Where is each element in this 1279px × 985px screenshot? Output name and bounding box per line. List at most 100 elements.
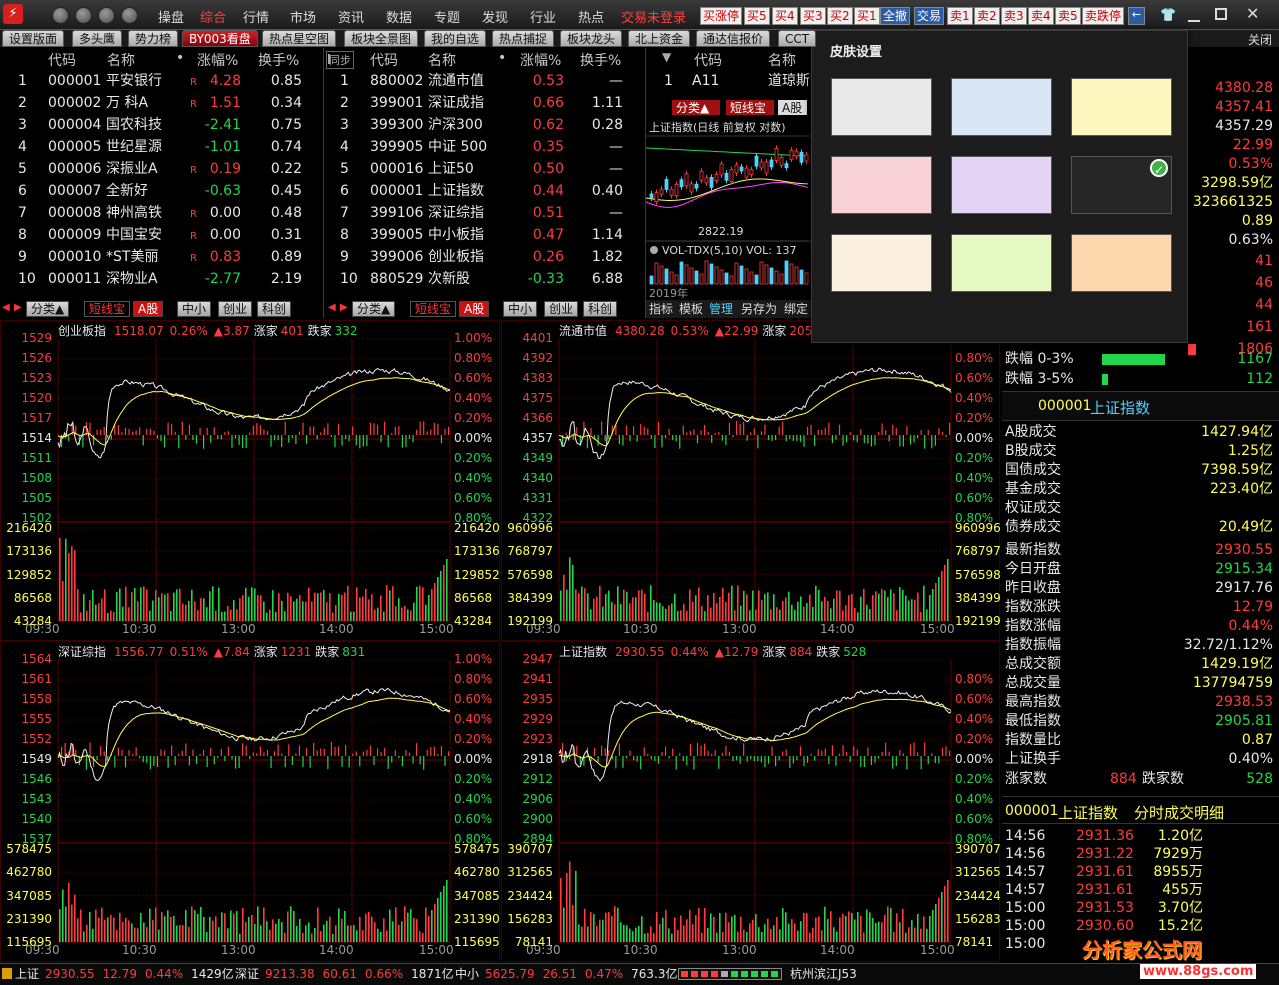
trade-button[interactable]: 卖5 [1055,7,1081,25]
mini-kline-panel[interactable]: 分类▲ 短线宝 A股 上证指数(日线 前复权 对数) 2822.19 VOL-TDX(5,… [645,98,811,318]
arrow-left-icon[interactable]: ← [1128,7,1145,25]
tab-item[interactable]: 板块龙头 [560,30,623,47]
intraday-chart-panel[interactable]: 深证综指 1556.77 0.51% ▲7.84 涨家 1231 跌家 831 1564 1561… [0,641,500,962]
column-header[interactable]: 名称 [768,50,796,70]
table-row[interactable]: 4 399905 中证 500 0.35— [324,136,644,158]
close-icon[interactable]: ✕ [1246,4,1259,23]
market-summary[interactable]: 中小 5625.79 26.51 0.47% 763.3亿 [455,964,677,984]
menu-icon[interactable] [121,7,138,24]
table-row[interactable]: 3 399300 沪深300 0.62 0.28 [324,114,644,136]
scroll-right-icon[interactable]: ▶ [14,302,22,313]
category-tab[interactable]: 短线宝 [410,301,457,317]
tab-item[interactable]: 设置版面 [2,30,65,47]
tab-item[interactable]: 热点捕捉 [492,30,555,47]
tab-item[interactable]: 我的自选 [424,30,487,47]
table-row[interactable]: 4 000005 世纪星源 -1.01 0.74 [0,136,323,158]
maximize-icon[interactable] [1215,8,1227,20]
trade-button[interactable]: 买1 [854,7,880,25]
table-row[interactable]: 6 000007 全新好 -0.63 0.45 [0,180,323,202]
trade-button[interactable]: 买涨停 [700,7,743,25]
scroll-right-icon[interactable]: ▶ [340,302,348,313]
kline-tool-button[interactable]: 管理 [709,301,733,316]
table-row[interactable]: 5 000016 上证50 0.50— [324,158,644,180]
table-row[interactable]: 2 399001 深证成指 0.66 1.11 [324,92,644,114]
category-tab[interactable]: 科创 [257,301,292,317]
collapse-icon[interactable] [650,246,658,254]
table-row[interactable]: 10 880529 次新股 -0.33 6.88 [324,268,644,290]
skin-swatch[interactable] [951,156,1052,214]
refresh-icon[interactable] [98,7,115,24]
app-logo-icon[interactable]: ⚡ [3,4,23,24]
category-tab[interactable]: 分类▲ [26,301,70,317]
kline-tool-button[interactable]: 另存为 [741,302,777,316]
table-row[interactable]: 1 000001 平安银行 R 4.28 0.85 [0,70,323,92]
category-tab[interactable]: A股 [133,301,164,317]
category-tab[interactable]: 创业 [544,301,579,317]
column-header[interactable]: 代码 [370,50,398,70]
trade-button[interactable]: 卖2 [974,7,1000,25]
menu-item[interactable]: 行情 [243,7,269,26]
table-row[interactable]: 7 399106 深证综指 0.51— [324,202,644,224]
intraday-chart-panel[interactable]: 流通市值 4380.28 0.53% ▲22.99 涨家 2058 4401 4392 4383… [501,320,1001,641]
trade-button[interactable]: 交易 [914,7,945,25]
skin-swatch[interactable] [1071,234,1172,292]
tab-item[interactable]: BY003看盘 [182,30,258,47]
trade-button[interactable]: 买5 [744,7,770,25]
column-header[interactable]: 换手% [580,50,621,70]
kline-tool-button[interactable]: 绑定 [784,301,808,316]
table-row[interactable]: 8 000009 中国宝安 R 0.00 0.31 [0,224,323,246]
table-row[interactable]: 8 399005 中小板指 0.47 1.14 [324,224,644,246]
close-panel-button[interactable]: 关闭 [1248,31,1272,48]
trade-button[interactable]: 买4 [772,7,798,25]
column-header[interactable]: 代码 [694,50,722,70]
tab-item[interactable]: 热点星空图 [262,30,337,47]
tab-item[interactable]: CCT [778,30,817,47]
scroll-left-icon[interactable]: ◀ [2,302,10,313]
table-row[interactable]: 7 000008 神州高铁 R 0.00 0.48 [0,202,323,224]
table-row[interactable]: 9 000010 *ST美丽 R 0.83 0.89 [0,246,323,268]
trade-button[interactable]: 卖1 [947,7,973,25]
trade-button[interactable]: 买3 [800,7,826,25]
trade-button[interactable]: 卖3 [1001,7,1027,25]
column-header[interactable]: 名称 [107,50,135,70]
table-row[interactable]: 6 000001 上证指数 0.44 0.40 [324,180,644,202]
tab-item[interactable]: 通达信报价 [696,30,771,47]
trade-button[interactable]: 卖跌停 [1082,7,1125,25]
table-row[interactable]: 1 A11 道琼斯 [646,70,811,92]
sync-button[interactable]: 同步 [326,51,354,69]
category-tab[interactable]: A股 [459,301,490,317]
column-header[interactable]: • [176,50,184,66]
menu-item[interactable]: 操盘 [158,7,184,26]
skin-swatch[interactable] [831,234,932,292]
skin-shirt-icon[interactable]: 👕 [1160,8,1176,23]
table-row[interactable]: 9 399006 创业板指 0.26 1.82 [324,246,644,268]
skin-swatch[interactable] [1071,78,1172,136]
menu-item[interactable]: 综合 [200,7,226,26]
column-header[interactable]: 涨幅% [520,50,561,70]
table-row[interactable]: 10 000011 深物业A -2.77 2.19 [0,268,323,290]
table-row[interactable]: 5 000006 深振业A R 0.19 0.22 [0,158,323,180]
trade-button[interactable]: 全撤 [880,7,911,25]
category-tab[interactable]: 分类▲ [352,301,396,317]
kline-tool-button[interactable]: 模板 [679,302,703,316]
menu-item[interactable]: 热点 [578,7,604,26]
table-row[interactable]: 1 880002 流通市值 0.53— [324,70,644,92]
kline-tab[interactable]: A股 [782,101,802,115]
skin-swatch[interactable] [951,78,1052,136]
scroll-left-icon[interactable]: ◀ [328,302,336,313]
skin-swatch[interactable] [831,78,932,136]
login-status[interactable]: 交易未登录 [621,7,686,26]
category-tab[interactable]: 中小 [503,301,538,317]
tab-item[interactable]: 板块全景图 [344,30,419,47]
menu-item[interactable]: 发现 [482,7,508,26]
column-header[interactable]: • [498,50,506,66]
tab-item[interactable]: 北上资金 [628,30,691,47]
column-header[interactable]: 代码 [48,50,76,70]
column-header[interactable]: 涨幅% [197,50,238,70]
menu-item[interactable]: 资讯 [338,7,364,26]
intraday-chart-panel[interactable]: 上证指数 2930.55 0.44% ▲12.79 涨家 884 跌家 528 2947 2941… [501,641,1001,962]
server-name[interactable]: 杭州滨江J53 [790,964,857,984]
intraday-chart-panel[interactable]: 创业板指 1518.07 0.26% ▲3.87 涨家 401 跌家 332 1529 1526 1… [0,320,500,641]
category-tab[interactable]: 创业 [218,301,253,317]
menu-item[interactable]: 专题 [434,7,460,26]
